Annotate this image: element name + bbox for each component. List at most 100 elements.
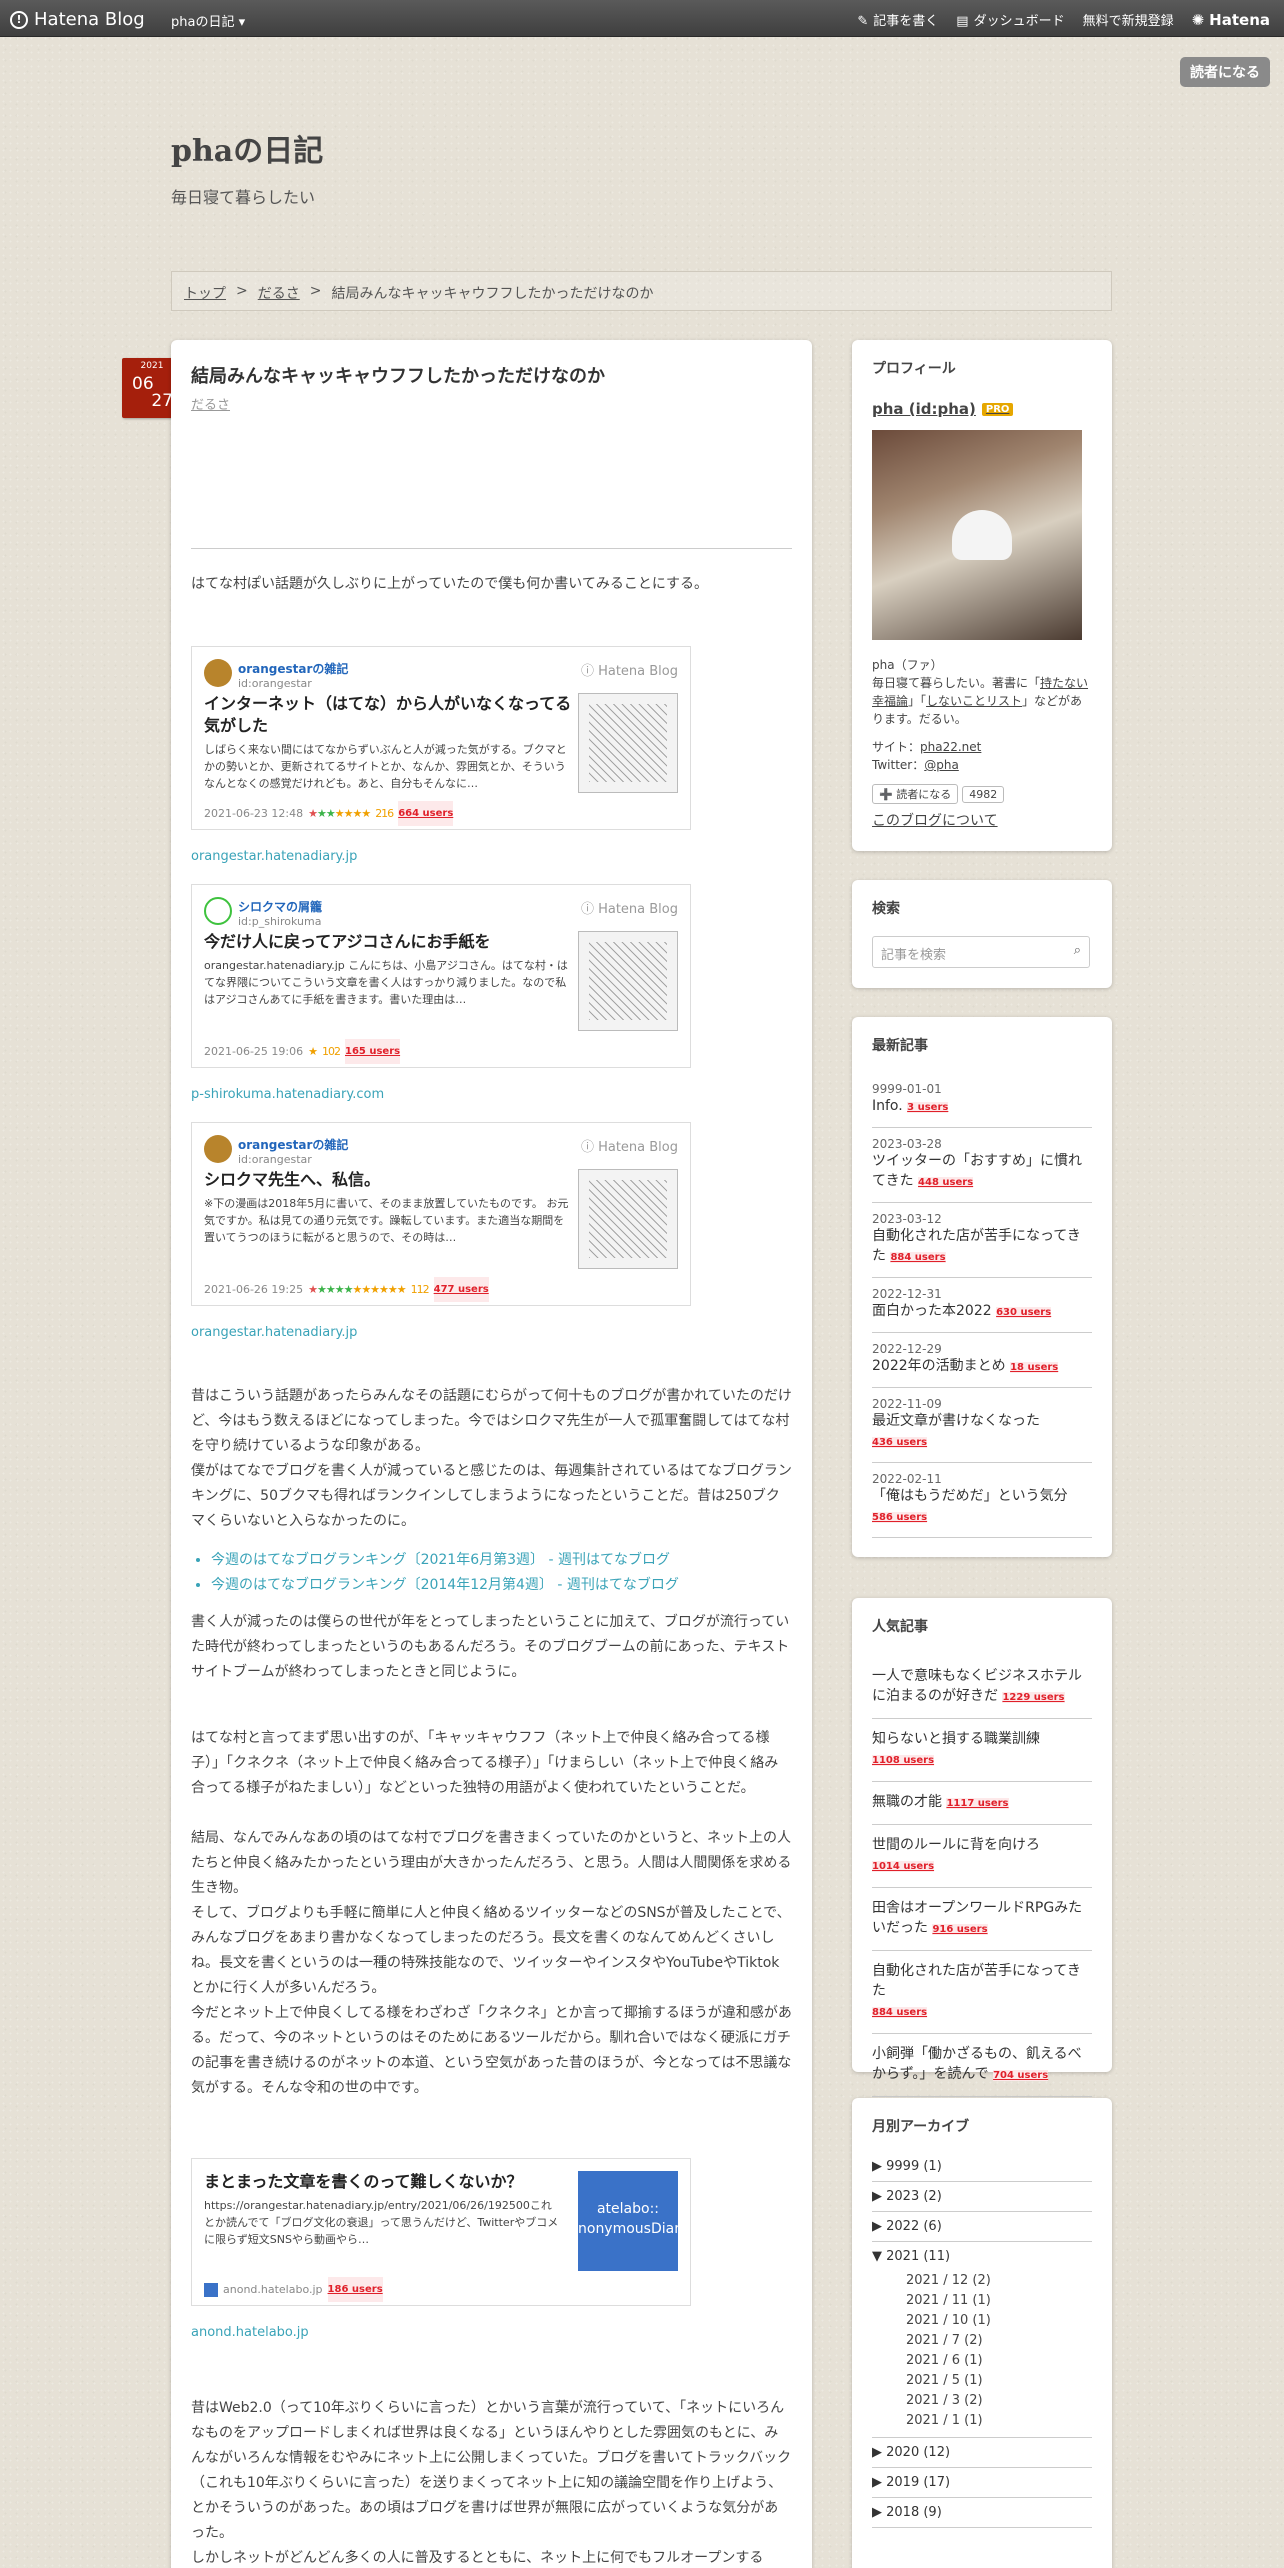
card-excerpt: https://orangestar.hatenadiary.jp/entry/… [204,2199,559,2246]
hatena-blog-icon: ⓘ [580,1140,599,1155]
archive-year[interactable]: ▶ 2022 (6) [872,2212,1092,2242]
card-meta: 2021-06-26 19:25 ★★★★★★★★★★★ 112 477 use… [204,1277,489,1302]
profile-subscribe-button[interactable]: ➕ 読者になる [872,784,959,804]
card-excerpt: orangestar.hatenadiary.jp こんにちは、小島アジコさん。… [204,959,568,1006]
embed-card[interactable]: シロクマの屑籠 id:p_shirokuma ⓘ Hatena Blog 今だけ… [191,884,691,1068]
card-service: ⓘ Hatena Blog [580,902,678,917]
popular-list: 一人で意味もなくビジネスホテルに泊まるのが好きだ 1229 users 知らない… [872,1656,1092,2097]
chevron-right-icon: ▶ [872,2505,887,2520]
global-header: ! Hatena Blog phaの日記 ▾ ✎ 記事を書く ▤ ダッシュボード 無… [0,0,1284,37]
popular-item[interactable]: 世間のルールに背を向けろ 1014 users [872,1825,1092,1888]
archive-month[interactable]: 2021 / 10 (1) [872,2311,1092,2331]
book-link[interactable]: しないことリスト [926,694,1022,708]
breadcrumb-current: 結局みんなキャッキャウフフしたかっただけなのか [331,286,654,302]
card-title[interactable]: インターネット（はてな）から人がいなくなってる気がした [204,693,574,737]
archive-month[interactable]: 2021 / 1 (1) [872,2411,1092,2438]
signup-link[interactable]: 無料で新規登録 [1083,10,1174,29]
card-source-link[interactable]: anond.hatelabo.jp [191,2320,309,2345]
card-date: 2021-06-25 19:06 [204,1045,304,1058]
card-source-link[interactable]: orangestar.hatenadiary.jp [191,1320,357,1345]
bookmark-users[interactable]: 477 users [433,1277,489,1302]
recent-item[interactable]: 2022-12-29 2022年の活動まとめ 18 users [872,1333,1092,1388]
popular-item[interactable]: 小飼弾「働かざるもの、飢えるべからず。」を読んで 704 users [872,2034,1092,2097]
site-link[interactable]: pha22.net [920,740,981,754]
card-excerpt: しばらく来ない間にはてなからずいぶんと人が減った気がする。ブクマとかの勢いとか、… [204,743,567,790]
card-title[interactable]: シロクマ先生へ、私信。 [204,1169,574,1191]
archive-month[interactable]: 2021 / 7 (2) [872,2331,1092,2351]
popular-posts-widget: 人気記事 一人で意味もなくビジネスホテルに泊まるのが好きだ 1229 users… [852,1598,1112,2097]
popular-item[interactable]: 一人で意味もなくビジネスホテルに泊まるのが好きだ 1229 users [872,1656,1092,1719]
site-favicon-icon [204,2282,218,2297]
embed-card[interactable]: orangestarの雑記 id:orangestar ⓘ Hatena Blo… [191,1122,691,1306]
bookmark-users[interactable]: 664 users [398,801,454,826]
recent-item[interactable]: 2022-12-31 面白かった本2022 630 users [872,1278,1092,1333]
archive-year[interactable]: ▶ 2019 (17) [872,2468,1092,2498]
breadcrumb-category[interactable]: だるさ [258,283,300,302]
ranking-link[interactable]: 今週のはてなブログランキング〔2014年12月第4週〕 - 週刊はてなブログ [211,1573,679,1598]
recent-item[interactable]: 9999-01-01 Info. 3 users [872,1073,1092,1128]
archive-year[interactable]: ▶ 2018 (9) [872,2498,1092,2528]
ranking-link[interactable]: 今週のはてなブログランキング〔2021年6月第3週〕 - 週刊はてなブログ [211,1548,679,1573]
star-count: 102 [322,1045,341,1058]
profile-twitter: Twitter：@pha [872,758,959,772]
subscribe-button[interactable]: 読者になる [1180,57,1270,87]
profile-image[interactable] [872,430,1082,640]
recent-item[interactable]: 2023-03-12 自動化された店が苦手になってきた 884 users [872,1203,1092,1278]
archive-year[interactable]: ▶ 2023 (2) [872,2182,1092,2212]
embed-card[interactable]: orangestarの雑記 id:orangestar ⓘ Hatena Blo… [191,646,691,830]
about-blog-link[interactable]: このブログについて [872,810,1092,830]
avatar [204,659,232,687]
hatena-menu[interactable]: ✺ Hatena [1192,11,1270,29]
card-source-link[interactable]: orangestar.hatenadiary.jp [191,844,357,869]
widget-heading: プロフィール [872,361,956,377]
bookmark-users[interactable]: 186 users [327,2277,383,2302]
card-source-link[interactable]: p-shirokuma.hatenadiary.com [191,1082,384,1107]
archive-month[interactable]: 2021 / 3 (2) [872,2391,1092,2411]
archive-year[interactable]: ▼ 2021 (11) [872,2242,1092,2271]
popular-item[interactable]: 知らないと損する職業訓練 1108 users [872,1719,1092,1782]
card-title[interactable]: 今だけ人に戻ってアジコさんにお手紙を [204,931,574,953]
archive-widget: 月別アーカイブ ▶ 9999 (1) ▶ 2023 (2) ▶ 2022 (6)… [852,2098,1112,2568]
profile-site: サイト：pha22.net [872,740,982,754]
recent-list: 9999-01-01 Info. 3 users 2023-03-28 ツイッターの… [872,1073,1092,1538]
card-date: 2021-06-26 19:25 [204,1283,304,1296]
popular-item[interactable]: 田舎はオープンワールドRPGみたいだった 916 users [872,1888,1092,1951]
dashboard-link[interactable]: ▤ ダッシュボード [956,10,1064,29]
hatena-blog-logo[interactable]: ! Hatena Blog [10,9,145,30]
embed-card[interactable]: まとまった文章を書くのって難しくないか？ https://orangestar.… [191,2158,691,2306]
write-post-link[interactable]: ✎ 記事を書く [857,10,938,29]
search-icon[interactable]: ⌕ [1074,943,1081,958]
star-icon: ★★★★★★★★★★★ [308,1283,407,1296]
breadcrumb-top[interactable]: トップ [184,283,226,302]
archive-month[interactable]: 2021 / 5 (1) [872,2371,1092,2391]
profile-name[interactable]: pha (id:pha) PRO [872,400,1092,418]
archive-year[interactable]: ▶ 2020 (12) [872,2438,1092,2468]
paragraph: そして、ブログよりも手軽に簡単に人と仲良く絡めるツイッターなどのSNSが普及した… [191,1905,791,1996]
recent-item[interactable]: 2022-11-09 最近文章が書けなくなった 436 users [872,1388,1092,1463]
card-title[interactable]: まとまった文章を書くのって難しくないか？ [204,2171,559,2193]
paragraph: 書く人が減ったのは僕らの世代が年をとってしまったということに加えて、ブログが流行… [191,1614,790,1680]
bookmark-users[interactable]: 165 users [345,1039,401,1064]
card-excerpt: ※下の漫画は2018年5月に書いて、そのまま放置していたものです。 お元気ですか… [204,1197,569,1244]
card-site: anond.hatelabo.jp [223,2283,323,2296]
recent-item[interactable]: 2022-02-11 「俺はもうだめだ」という気分 586 users [872,1463,1092,1538]
entry-title[interactable]: 結局みんなキャッキャウフフしたかっただけなのか [191,362,792,388]
search-widget: 検索 記事を検索 ⌕ [852,880,1112,988]
card-thumbnail [578,931,678,1031]
twitter-link[interactable]: @pha [924,758,959,772]
paragraph: しかしネットがどんどん多くの人に普及するとともに、ネット上に何でもフルオープンす… [191,2550,764,2566]
archive-month[interactable]: 2021 / 11 (1) [872,2291,1092,2311]
entry-category[interactable]: だるさ [191,394,230,413]
paragraph: はてな村ぽい話題が久しぶりに上がっていたので僕も何か書いてみることにする。 [191,576,709,592]
popular-item[interactable]: 無職の才能 1117 users [872,1782,1092,1825]
avatar [204,897,232,925]
archive-month[interactable]: 2021 / 6 (1) [872,2351,1092,2371]
chevron-right-icon: ▶ [872,2475,887,2490]
popular-item[interactable]: 自動化された店が苦手になってきた 884 users [872,1951,1092,2034]
blog-menu[interactable]: phaの日記 ▾ [171,11,245,30]
blog-title[interactable]: phaの日記 [171,126,323,170]
archive-year[interactable]: ▶ 9999 (1) [872,2152,1092,2182]
search-input[interactable]: 記事を検索 ⌕ [872,936,1090,968]
recent-item[interactable]: 2023-03-28 ツイッターの「おすすめ」に慣れてきた 448 users [872,1128,1092,1203]
archive-month[interactable]: 2021 / 12 (2) [872,2271,1092,2291]
